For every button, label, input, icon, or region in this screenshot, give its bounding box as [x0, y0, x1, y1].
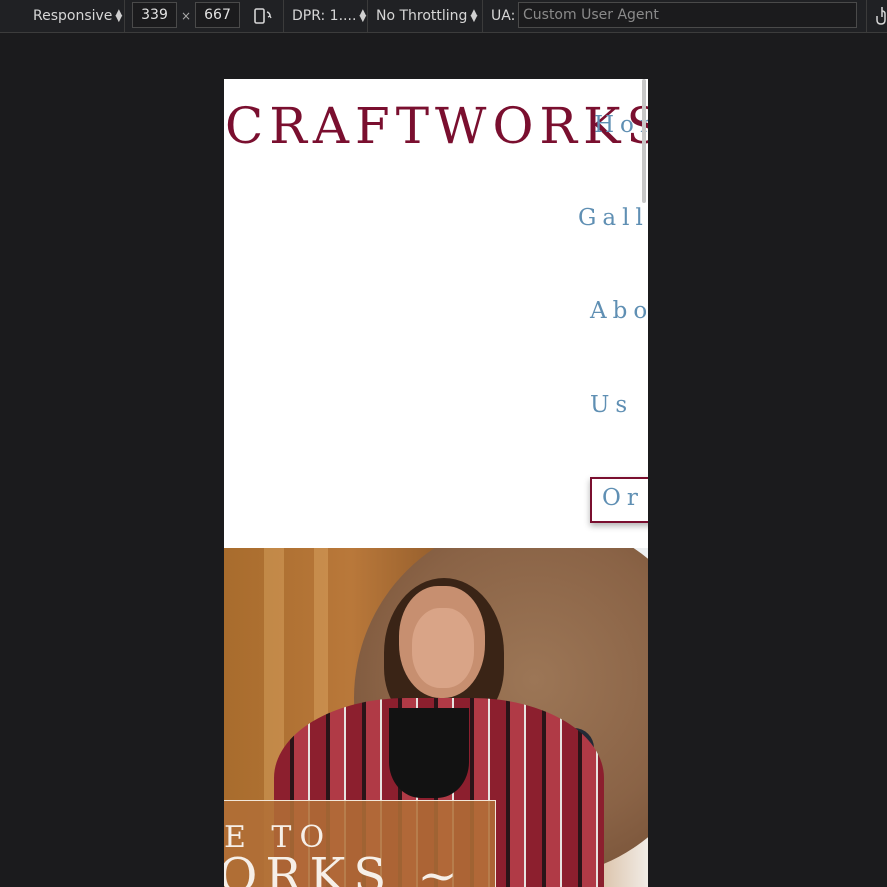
- nav-link-about[interactable]: Abo: [590, 298, 648, 324]
- toolbar-divider: [283, 0, 284, 32]
- rotate-device-icon[interactable]: [252, 0, 274, 32]
- dimension-times: ×: [181, 9, 192, 23]
- ua-label: UA:: [491, 8, 516, 24]
- select-arrows-icon: ▲ ▼: [470, 8, 478, 24]
- dpr-select[interactable]: DPR: 1.... ▲ ▼: [292, 0, 366, 32]
- hero-image: E TO ORKS ~: [224, 548, 648, 887]
- height-input[interactable]: 667: [195, 2, 240, 28]
- toolbar-divider: [367, 0, 368, 32]
- site-logo[interactable]: CRAFTWORKS: [225, 97, 648, 155]
- select-arrows-icon: ▲ ▼: [359, 8, 367, 24]
- toolbar-divider: [866, 0, 867, 32]
- scrollbar-thumb[interactable]: [642, 79, 646, 203]
- nav-link-gallery[interactable]: Galle: [578, 205, 648, 231]
- hero-brand-text: ORKS ~: [224, 848, 466, 887]
- person-face: [412, 608, 474, 688]
- device-mode-select[interactable]: Responsive ▲ ▼: [33, 0, 122, 32]
- throttling-select[interactable]: No Throttling ▲ ▼: [376, 0, 477, 32]
- dpr-label: DPR: 1....: [292, 8, 357, 24]
- nav-link-home[interactable]: Hom: [594, 112, 648, 138]
- width-input[interactable]: 339: [132, 2, 177, 28]
- toolbar-divider: [482, 0, 483, 32]
- user-agent-input[interactable]: Custom User Agent: [518, 2, 857, 28]
- toolbar-divider: [124, 0, 125, 32]
- page-viewport: CRAFTWORKS Hom Galle Abo Us Or E TO ORKS…: [224, 79, 648, 887]
- device-toolbar: Responsive ▲ ▼ 339 × 667 DPR: 1.... ▲ ▼ No…: [0, 0, 887, 33]
- device-mode-label: Responsive: [33, 8, 113, 24]
- black-tee: [389, 708, 469, 798]
- order-button[interactable]: Or: [590, 477, 648, 523]
- touch-emulation-icon[interactable]: [876, 0, 887, 32]
- nav-link-about-us[interactable]: Us: [590, 392, 633, 418]
- select-arrows-icon: ▲ ▼: [115, 8, 123, 24]
- throttling-label: No Throttling: [376, 8, 468, 24]
